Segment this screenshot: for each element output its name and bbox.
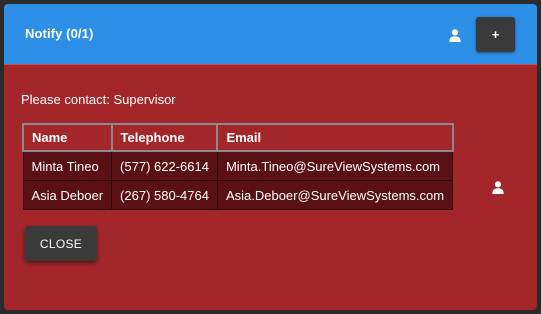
contacts-table: Name Telephone Email Minta Tineo (577) 6…: [22, 123, 454, 210]
user-icon[interactable]: [487, 176, 509, 198]
cell-email: Asia.Deboer@SureViewSystems.com: [216, 180, 454, 210]
user-icon[interactable]: [444, 24, 466, 46]
cell-email: Minta.Tineo@SureViewSystems.com: [216, 150, 454, 181]
table-row[interactable]: Minta Tineo (577) 622-6614 Minta.Tineo@S…: [22, 150, 454, 181]
dialog-header: Notify (0/1) +: [4, 4, 537, 65]
cell-telephone: (577) 622-6614: [111, 150, 218, 181]
close-button[interactable]: CLOSE: [25, 226, 97, 261]
contact-label: Please contact: Supervisor: [21, 92, 176, 107]
column-header-name: Name: [22, 123, 113, 152]
column-header-telephone: Telephone: [110, 123, 219, 152]
column-header-email: Email: [216, 123, 454, 152]
cell-name: Asia Deboer: [22, 180, 113, 210]
notify-dialog: Notify (0/1) + Please contact: Superviso…: [4, 4, 537, 310]
table-row[interactable]: Asia Deboer (267) 580-4764 Asia.Deboer@S…: [22, 180, 454, 210]
add-button[interactable]: +: [476, 17, 515, 52]
table-header-row: Name Telephone Email: [22, 123, 454, 152]
dialog-title: Notify (0/1): [25, 26, 94, 41]
cell-telephone: (267) 580-4764: [111, 180, 218, 210]
cell-name: Minta Tineo: [22, 150, 113, 181]
